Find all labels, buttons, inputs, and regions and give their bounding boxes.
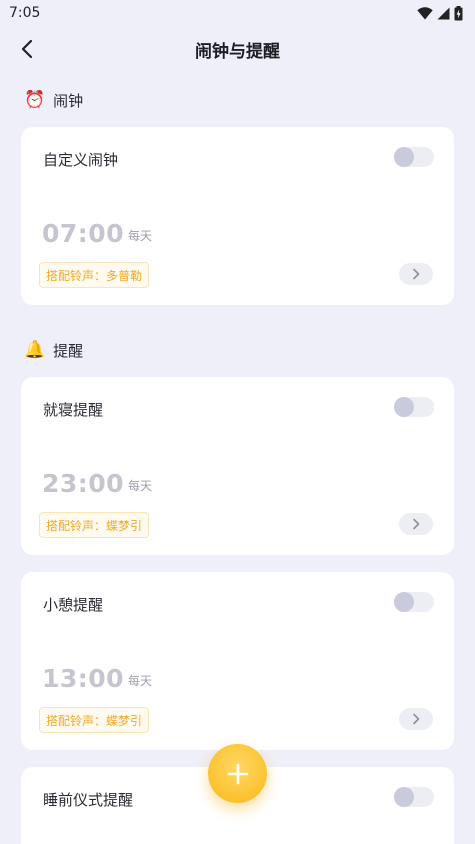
status-time: 7:05 [9,5,41,21]
alarm-clock-icon: ⏰ [24,90,46,110]
enable-toggle[interactable] [394,147,434,167]
detail-button[interactable] [399,708,433,730]
bell-icon: 🔔 [24,340,46,360]
toggle-knob [394,592,414,612]
enable-toggle[interactable] [394,787,434,807]
chevron-right-icon [413,268,420,280]
enable-toggle[interactable] [394,397,434,417]
reminder-card-bedtime[interactable]: 就寝提醒 23:00 每天 搭配铃声：蝶梦引 [21,377,454,555]
enable-toggle[interactable] [394,592,434,612]
card-name: 就寝提醒 [43,401,104,419]
chevron-right-icon [413,518,420,530]
header: 闹钟与提醒 [0,26,475,72]
section-alarm: ⏰ 闹钟 [24,90,83,111]
add-reminder-button[interactable] [208,744,267,803]
reminder-card-nap[interactable]: 小憩提醒 13:00 每天 搭配铃声：蝶梦引 [21,572,454,750]
section-title: 提醒 [53,342,84,360]
card-name: 睡前仪式提醒 [43,791,134,809]
card-name: 自定义闹钟 [43,151,119,169]
ringtone-badge: 搭配铃声：多普勒 [39,262,150,288]
toggle-knob [394,397,414,417]
repeat-label: 每天 [128,674,153,688]
page-title: 闹钟与提醒 [195,41,280,62]
card-name: 小憩提醒 [43,596,104,614]
reminder-time: 13:00 [42,664,125,693]
status-bar: 7:05 [0,0,475,26]
ringtone-badge: 搭配铃声：蝶梦引 [39,707,150,733]
chevron-right-icon [413,713,420,725]
detail-button[interactable] [399,513,433,535]
section-title: 闹钟 [53,92,84,110]
repeat-label: 每天 [128,229,153,243]
ringtone-badge: 搭配铃声：蝶梦引 [39,512,150,538]
repeat-label: 每天 [128,479,153,493]
section-reminder: 🔔 提醒 [24,340,83,361]
signal-icon [437,7,450,19]
plus-icon [227,763,248,784]
toggle-knob [394,787,414,807]
battery-icon [454,5,463,20]
status-icons [417,5,463,21]
alarm-card-custom[interactable]: 自定义闹钟 07:00 每天 搭配铃声：多普勒 [21,127,454,305]
toggle-knob [394,147,414,167]
back-button[interactable] [12,34,42,64]
detail-button[interactable] [399,263,433,285]
chevron-left-icon [21,39,33,59]
alarm-time: 07:00 [42,219,125,248]
wifi-icon [417,6,433,20]
reminder-time: 23:00 [42,469,125,498]
